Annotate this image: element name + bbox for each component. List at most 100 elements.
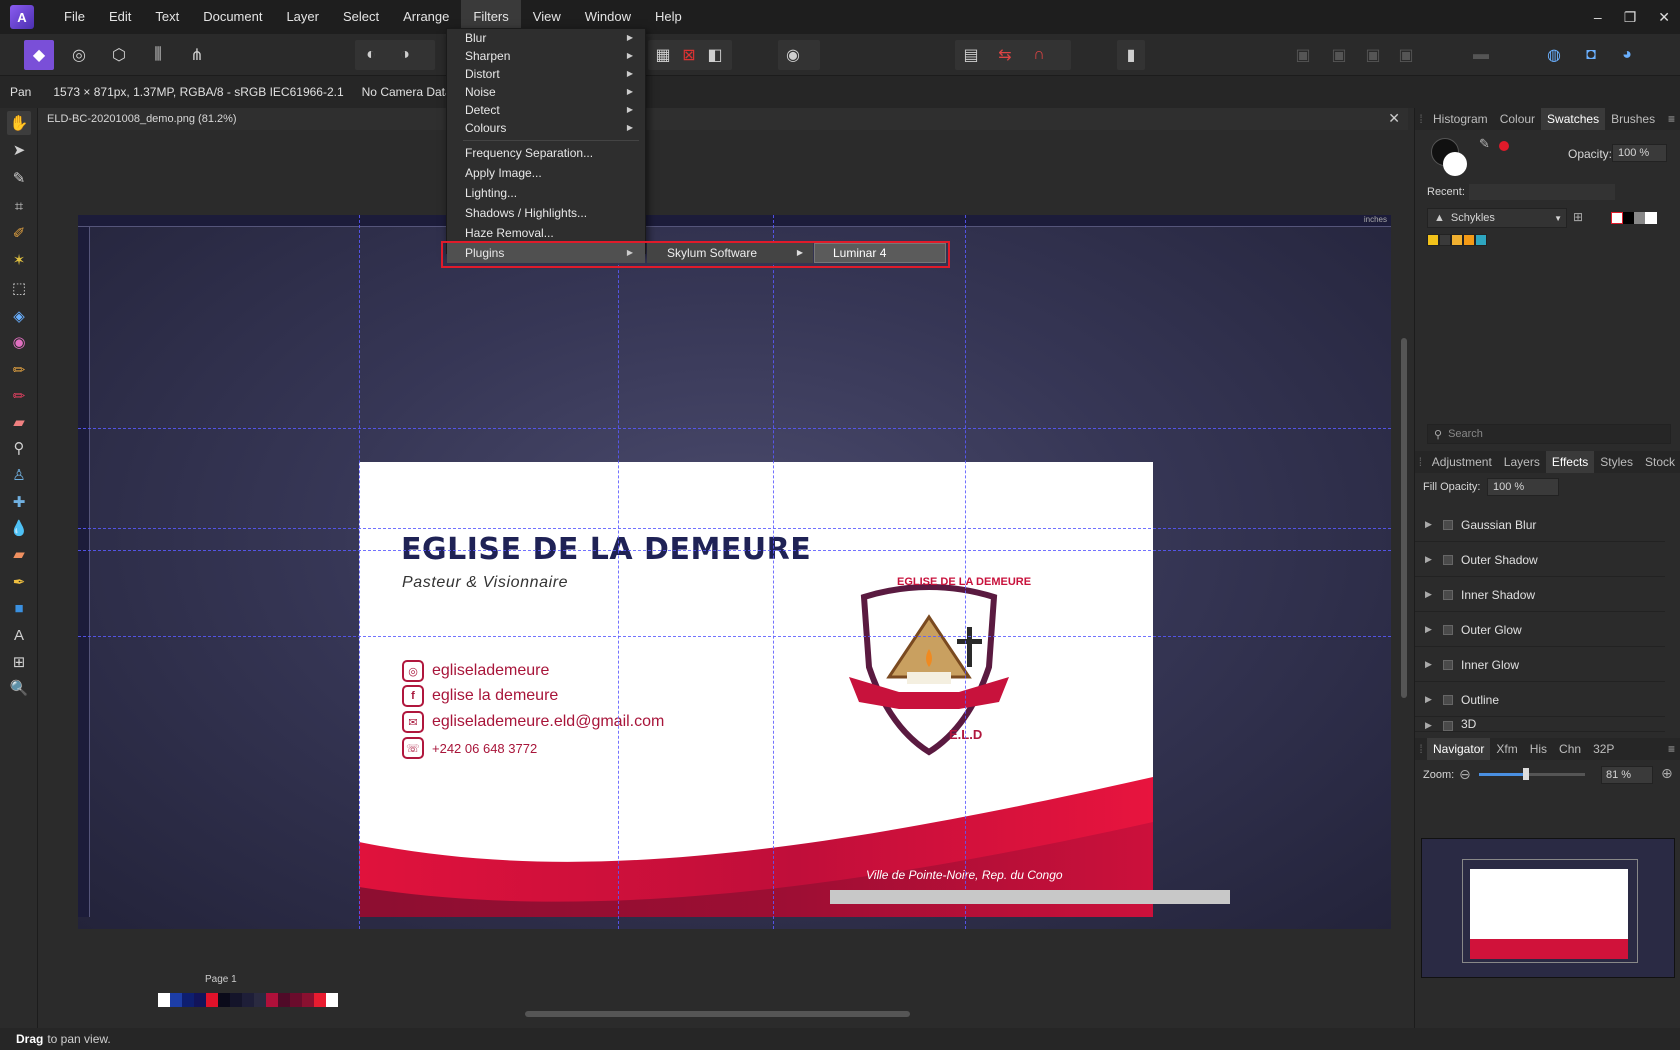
document-tab[interactable]: ELD-BC-20201008_demo.png (81.2%) ✕ <box>38 108 1408 130</box>
secondary-colour-swatch[interactable] <box>1443 152 1467 176</box>
search-box[interactable]: ⚲ Search <box>1427 424 1671 444</box>
panel-menu-icon[interactable]: ≡ <box>1668 112 1675 126</box>
effect-inner-shadow[interactable]: ▶ Inner Shadow <box>1415 578 1665 612</box>
develop-persona-icon[interactable]: ⬡ <box>106 42 132 68</box>
fill-opacity-field[interactable]: 100 % <box>1487 478 1559 496</box>
quick-swatches[interactable] <box>1611 212 1657 224</box>
blur-brush-tool-icon[interactable]: 💧 <box>7 516 31 540</box>
tab-adjustment[interactable]: Adjustment <box>1426 451 1498 473</box>
horizontal-scrollbar[interactable] <box>525 1011 910 1017</box>
quick-mask-icon[interactable]: ◉ <box>780 42 806 68</box>
photo-persona-icon[interactable]: ◆ <box>24 40 54 70</box>
zoom-in-icon[interactable]: ⊕ <box>1661 765 1673 782</box>
swatch-options-icon[interactable]: ⊞ <box>1573 210 1583 224</box>
document-palette[interactable] <box>158 993 338 1007</box>
canvas-horizontal-scrollbar[interactable] <box>830 890 1230 904</box>
crop-tool-icon[interactable]: ⌗ <box>7 194 31 218</box>
arrange-back-icon[interactable]: ▣ <box>1290 42 1316 68</box>
menu-text[interactable]: Text <box>143 0 191 34</box>
menu-item-sharpen[interactable]: Sharpen ▶ <box>447 47 645 65</box>
flood-select-tool-icon[interactable]: ✶ <box>7 248 31 272</box>
export-persona-icon[interactable]: ⋔ <box>184 42 210 68</box>
effect-outer-glow[interactable]: ▶ Outer Glow <box>1415 613 1665 647</box>
tab-history[interactable]: His <box>1524 738 1553 760</box>
menu-document[interactable]: Document <box>191 0 274 34</box>
opacity-field[interactable]: 100 % <box>1612 144 1667 162</box>
boolean-intersect-icon[interactable]: ◕ <box>1614 42 1640 68</box>
menu-item-distort[interactable]: Distort ▶ <box>447 65 645 83</box>
menu-help[interactable]: Help <box>643 0 694 34</box>
close-window-icon[interactable]: ✕ <box>1658 9 1670 26</box>
invert-selection-icon[interactable]: ◧ <box>702 42 728 68</box>
canvas[interactable]: inches EGLISE DE LA DEMEURE Pasteur & Vi… <box>78 215 1391 1007</box>
recent-swatches[interactable] <box>1469 184 1615 200</box>
erase-brush-tool-icon[interactable]: ▰ <box>7 410 31 434</box>
clone-brush-tool-icon[interactable]: ♙ <box>7 463 31 487</box>
selection-mode-icon[interactable]: ▦ <box>650 42 676 68</box>
tab-effects[interactable]: Effects <box>1545 451 1595 473</box>
tab-brushes[interactable]: Brushes <box>1605 108 1661 130</box>
tab-styles[interactable]: Styles <box>1594 451 1639 473</box>
vertical-scrollbar[interactable] <box>1401 338 1407 698</box>
restore-icon[interactable]: ❐ <box>1624 9 1637 26</box>
zoom-tool-icon[interactable]: 🔍 <box>7 676 31 700</box>
zoom-field[interactable]: 81 % <box>1601 766 1653 784</box>
menu-file[interactable]: File <box>52 0 97 34</box>
move-tool-icon[interactable]: ➤ <box>7 138 31 162</box>
colour-picker-tool-icon[interactable]: ✎ <box>7 166 31 190</box>
menu-item-colours[interactable]: Colours ▶ <box>447 119 645 137</box>
pen-tool-icon[interactable]: ✒ <box>7 570 31 594</box>
snapping-icon[interactable]: ⇆ <box>992 42 1018 68</box>
menu-item-lighting[interactable]: Lighting... <box>447 184 645 202</box>
assistant-icon[interactable]: ▮ <box>1118 42 1144 68</box>
healing-brush-tool-icon[interactable]: ✚ <box>7 490 31 514</box>
magnet-icon[interactable]: ∩ <box>1026 42 1052 68</box>
sharpen-brush-tool-icon[interactable]: ⚲ <box>7 436 31 460</box>
vertical-ruler[interactable] <box>78 227 90 917</box>
eyedropper-icon[interactable]: ✎ <box>1479 136 1490 152</box>
mesh-warp-tool-icon[interactable]: ⊞ <box>7 650 31 674</box>
menu-item-detect[interactable]: Detect ▶ <box>447 101 645 119</box>
menu-select[interactable]: Select <box>331 0 391 34</box>
arrange-forward-icon[interactable]: ▣ <box>1360 42 1386 68</box>
selection-brush-tool-icon[interactable]: ✐ <box>7 221 31 245</box>
menu-layer[interactable]: Layer <box>274 0 331 34</box>
tab-stock[interactable]: Stock <box>1639 451 1680 473</box>
effect-gaussian-blur[interactable]: ▶ Gaussian Blur <box>1415 508 1665 542</box>
close-document-icon[interactable]: ✕ <box>1388 110 1400 127</box>
palette-select[interactable]: ▲ Schykles ▼ <box>1427 208 1567 228</box>
tab-layers[interactable]: Layers <box>1498 451 1546 473</box>
tab-transform[interactable]: Xfm <box>1490 738 1523 760</box>
effect-outline[interactable]: ▶ Outline <box>1415 683 1665 717</box>
text-tool-icon[interactable]: A <box>7 623 31 647</box>
gradient-tool-icon[interactable]: ◉ <box>7 330 31 354</box>
deselect-icon[interactable]: ⊠ <box>676 42 702 68</box>
palette-swatches[interactable] <box>1427 234 1487 246</box>
dodge-brush-tool-icon[interactable]: ✏ <box>7 384 31 408</box>
navigator-menu-icon[interactable]: ≡ <box>1668 742 1675 756</box>
tab-swatches[interactable]: Swatches <box>1541 108 1606 130</box>
liquify-persona-icon[interactable]: ◎ <box>66 42 92 68</box>
minimize-icon[interactable]: – <box>1594 9 1602 25</box>
red-colour-dot[interactable] <box>1499 141 1509 151</box>
median-brush-tool-icon[interactable]: ▰ <box>7 542 31 566</box>
arrange-backward-icon[interactable]: ▣ <box>1326 42 1352 68</box>
flood-fill-tool-icon[interactable]: ◈ <box>7 304 31 328</box>
auto-contrast-icon[interactable]: ◑ <box>392 42 418 68</box>
tab-32p[interactable]: 32P <box>1587 738 1620 760</box>
tab-histogram[interactable]: Histogram <box>1427 108 1494 130</box>
tab-channels[interactable]: Chn <box>1553 738 1587 760</box>
menu-item-noise[interactable]: Noise ▶ <box>447 83 645 101</box>
navigator-preview[interactable] <box>1421 838 1675 978</box>
menu-item-frequency-separation[interactable]: Frequency Separation... <box>447 144 645 162</box>
horizontal-ruler[interactable] <box>78 215 1391 227</box>
marquee-tool-icon[interactable]: ⬚ <box>7 276 31 300</box>
arrange-front-icon[interactable]: ▣ <box>1393 42 1419 68</box>
shape-tool-icon[interactable]: ■ <box>7 596 31 620</box>
zoom-slider-handle[interactable] <box>1523 768 1530 780</box>
effect-inner-glow[interactable]: ▶ Inner Glow <box>1415 648 1665 682</box>
effect-3d[interactable]: ▶ 3D <box>1415 718 1665 732</box>
tab-colour[interactable]: Colour <box>1494 108 1541 130</box>
view-tool-hand-icon[interactable]: ✋ <box>7 111 31 135</box>
menu-item-apply-image[interactable]: Apply Image... <box>447 164 645 182</box>
